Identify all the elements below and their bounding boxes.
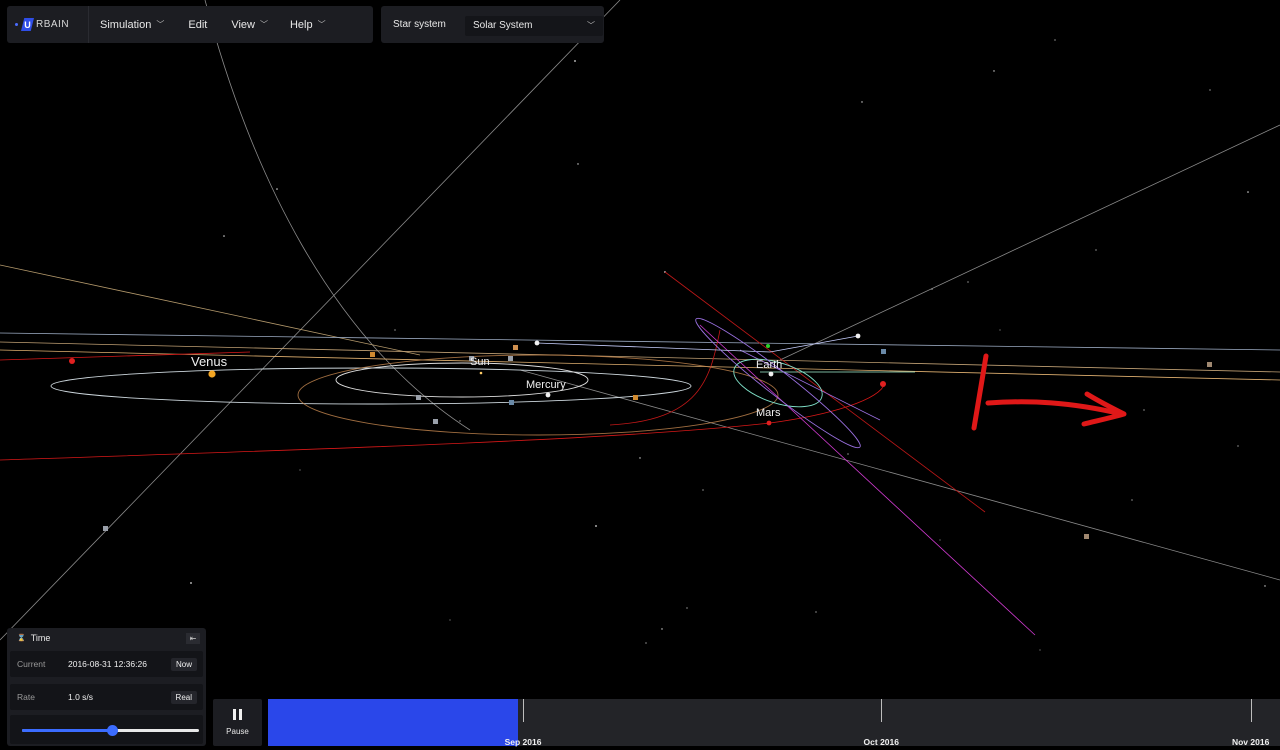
logo-mark-icon: U	[21, 18, 34, 31]
mars-marker	[766, 420, 772, 426]
timeline-tick-label: Nov 2016	[1231, 737, 1270, 747]
logo-dot-icon	[15, 23, 18, 26]
star-system-panel: Star system Solar System ﹀	[381, 6, 604, 43]
pause-icon	[233, 709, 242, 720]
mars-label: Mars	[756, 407, 781, 419]
star-system-label: Star system	[393, 19, 446, 30]
chevron-down-icon: ﹀	[317, 20, 326, 29]
rate-slider-thumb[interactable]	[107, 725, 119, 736]
rate-slider-fill	[22, 729, 113, 732]
menu-edit-label: Edit	[188, 18, 208, 31]
rate-row: Rate 1.0 s/s Real	[10, 684, 203, 710]
star-system-select[interactable]: Solar System ﹀	[465, 15, 603, 36]
menu-simulation[interactable]: Simulation ﹀	[89, 6, 175, 43]
clock-icon: ⌛	[17, 635, 26, 642]
sun-marker	[479, 371, 483, 375]
earth-label: Earth	[756, 359, 782, 371]
timeline-tick	[523, 699, 525, 722]
timeline-tick	[881, 699, 883, 722]
venus-label: Venus	[191, 354, 228, 369]
rate-slider[interactable]	[10, 715, 203, 744]
pause-label: Pause	[226, 727, 249, 736]
sun-label: Sun	[470, 356, 490, 368]
top-menu-bar: U RBAIN Simulation ﹀ Edit View ﹀ Help ﹀	[7, 6, 373, 43]
star-system-value: Solar System	[473, 20, 533, 31]
time-panel-header: ⌛ Time ⇤	[7, 628, 206, 648]
chevron-down-icon: ﹀	[156, 20, 165, 29]
rate-slider-track[interactable]	[22, 725, 199, 736]
current-time-row: Current 2016-08-31 12:36:26 Now	[10, 651, 203, 677]
timeline-scrubber[interactable]: Sep 2016 Oct 2016 Nov 2016	[268, 699, 1280, 747]
logo-text: RBAIN	[36, 19, 70, 30]
time-panel: ⌛ Time ⇤ Current 2016-08-31 12:36:26 Now…	[7, 628, 206, 746]
mercury-marker	[545, 392, 551, 398]
menu-help-label: Help	[289, 18, 313, 31]
time-panel-title: Time	[30, 633, 51, 643]
timeline-progress	[268, 699, 518, 746]
mercury-label: Mercury	[526, 379, 566, 391]
current-time-value[interactable]: 2016-08-31 12:36:26	[68, 659, 171, 669]
menu-simulation-label: Simulation	[100, 18, 152, 31]
timeline-tick-label: Sep 2016	[504, 737, 542, 747]
real-button[interactable]: Real	[170, 690, 197, 704]
current-time-label: Current	[17, 659, 46, 669]
earth-marker	[768, 371, 774, 377]
timeline-tick	[1250, 699, 1252, 722]
collapse-panel-icon[interactable]: ⇤	[186, 632, 200, 644]
rate-value[interactable]: 1.0 s/s	[68, 692, 171, 702]
urbain-logo[interactable]: U RBAIN	[7, 6, 89, 43]
rate-label: Rate	[17, 692, 35, 702]
venus-marker	[208, 370, 216, 378]
menu-edit[interactable]: Edit	[175, 6, 220, 43]
chevron-down-icon: ﹀	[587, 21, 595, 30]
menu-view[interactable]: View ﹀	[220, 6, 279, 43]
now-button[interactable]: Now	[170, 657, 197, 671]
menu-view-label: View	[231, 18, 255, 31]
chevron-down-icon: ﹀	[259, 20, 268, 29]
menu-help[interactable]: Help ﹀	[279, 6, 337, 43]
pause-button[interactable]: Pause	[213, 699, 262, 746]
timeline-tick-label: Oct 2016	[863, 737, 899, 747]
